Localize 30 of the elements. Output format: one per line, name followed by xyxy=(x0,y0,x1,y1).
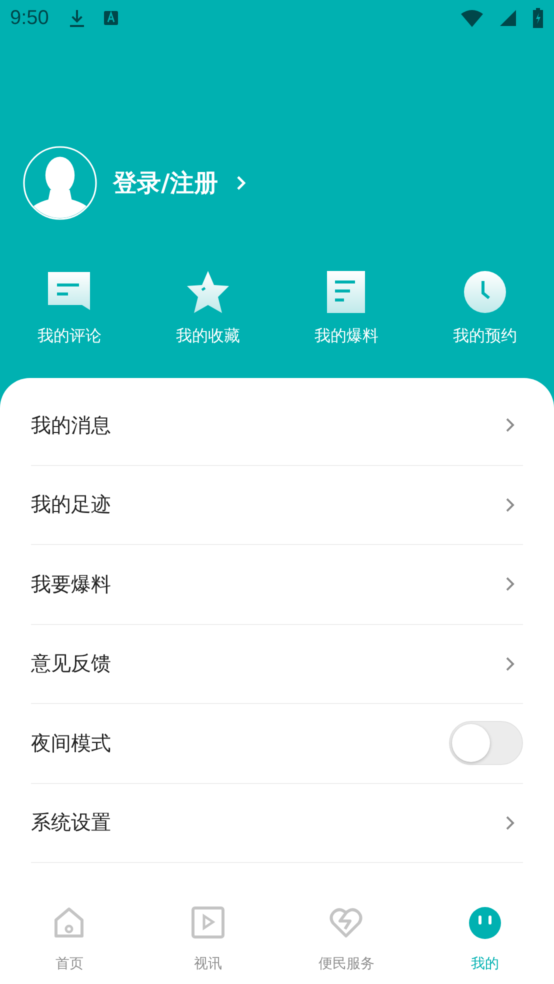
shortcut-label[interactable]: 我的评论 xyxy=(37,326,102,347)
star-icon[interactable] xyxy=(186,270,230,314)
chevron-right-icon[interactable] xyxy=(505,417,515,434)
face-icon[interactable] xyxy=(466,905,503,941)
menu-item[interactable]: 我的足迹 xyxy=(31,491,111,518)
login-link[interactable]: 登录/注册 xyxy=(113,167,218,199)
nav-tab[interactable]: 便民服务 xyxy=(277,893,416,984)
nav-tab[interactable]: 视讯 xyxy=(138,893,277,984)
menu-item[interactable]: 夜间模式 xyxy=(31,730,111,757)
battery-icon xyxy=(532,7,544,29)
shortcut-label[interactable]: 我的爆料 xyxy=(314,326,378,347)
toggle-switch[interactable] xyxy=(449,721,523,766)
play-icon[interactable] xyxy=(190,905,226,941)
clock-icon[interactable] xyxy=(462,270,507,314)
menu-item[interactable]: 系统设置 xyxy=(31,809,111,836)
status-time: 9:50 xyxy=(10,6,49,30)
wifi-icon xyxy=(460,8,484,28)
nav-tab[interactable]: 我的 xyxy=(416,893,554,984)
signal-icon xyxy=(498,8,518,28)
chevron-right-icon[interactable] xyxy=(505,576,515,592)
avatar-icon[interactable] xyxy=(23,146,97,220)
chevron-right-icon[interactable] xyxy=(505,814,515,831)
shortcut-label[interactable]: 我的收藏 xyxy=(176,326,240,347)
nav-tab[interactable]: 首页 xyxy=(0,893,138,984)
chevron-right-icon[interactable] xyxy=(505,496,515,513)
menu-item[interactable]: 意见反馈 xyxy=(31,650,111,678)
menu-item[interactable]: 我要爆料 xyxy=(31,570,111,598)
menu-item[interactable]: 我的消息 xyxy=(31,412,111,439)
chevron-right-icon[interactable] xyxy=(505,656,515,672)
shortcut-label[interactable]: 我的预约 xyxy=(452,326,517,347)
